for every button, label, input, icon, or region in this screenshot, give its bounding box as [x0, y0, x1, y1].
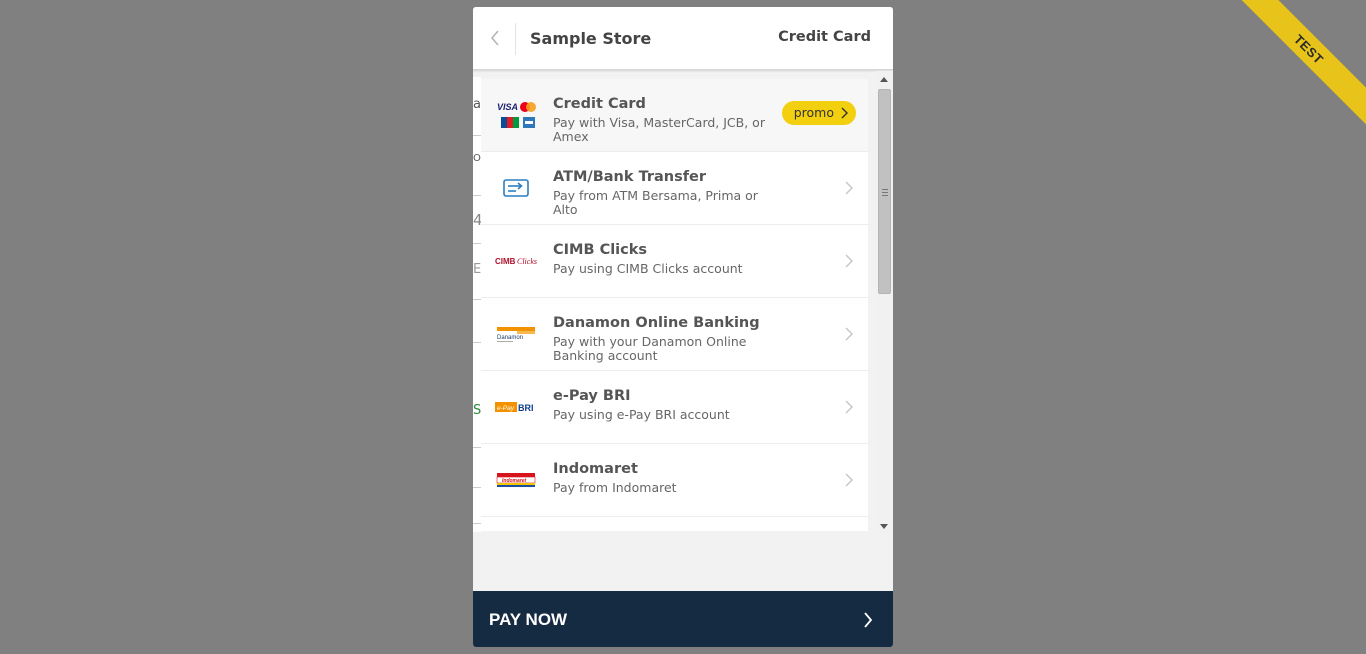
test-mode-ribbon: TEST	[1236, 0, 1366, 130]
fragment-text: E	[473, 262, 481, 277]
fragment-divider	[473, 299, 481, 300]
payment-method-atm-bank-transfer[interactable]: ATM/Bank Transfer Pay from ATM Bersama, …	[481, 152, 868, 225]
fragment-text: Or	[473, 153, 481, 164]
chevron-right-icon	[845, 327, 853, 341]
payment-method-description: Pay with your Danamon Online Banking acc…	[553, 334, 747, 363]
payment-method-title: Indomaret	[553, 461, 638, 477]
scroll-thumb[interactable]	[878, 89, 891, 294]
page-title: Credit Card	[778, 29, 871, 45]
test-ribbon-wrap: TEST	[1236, 0, 1366, 130]
scroll-up-arrow[interactable]	[880, 77, 888, 82]
payment-method-title: ATM/Bank Transfer	[553, 169, 707, 185]
bank-transfer-icon	[495, 172, 537, 204]
chevron-right-icon	[845, 473, 853, 487]
svg-text:e-Pay: e-Pay	[497, 405, 515, 412]
fragment-divider	[473, 342, 481, 343]
svg-text:CIMB: CIMB	[495, 257, 516, 266]
cimb-clicks-logo: CIMB Clicks	[495, 245, 537, 277]
header: Sample Store Credit Card	[473, 7, 893, 70]
fragment-divider	[473, 447, 481, 448]
fragment-text: Sc	[473, 403, 481, 418]
fragment-text: ar	[473, 97, 481, 112]
svg-text:Indomaret: Indomaret	[502, 478, 527, 484]
payment-method-description: Pay with Visa, MasterCard, JCB, or Amex	[553, 115, 765, 144]
store-name: Sample Store	[530, 29, 652, 48]
fragment-divider	[473, 135, 481, 136]
pay-now-label: PAY NOW	[489, 610, 568, 629]
chevron-right-icon	[845, 254, 853, 268]
promo-badge[interactable]: promo	[781, 101, 856, 125]
background-page-fragment: ar Or 4 E Sc	[473, 77, 481, 532]
chevron-right-icon	[841, 107, 848, 119]
payment-method-partial[interactable]	[481, 517, 868, 531]
payment-method-cimb-clicks[interactable]: CIMB Clicks CIMB Clicks Pay using CIMB C…	[481, 225, 868, 298]
list-scrollbar[interactable]	[876, 71, 893, 533]
scroll-grip	[882, 189, 888, 196]
fragment-divider	[473, 195, 481, 196]
header-divider	[515, 23, 516, 55]
payment-method-description: Pay using e-Pay BRI account	[553, 407, 730, 422]
pay-now-button[interactable]: PAY NOW	[473, 591, 893, 647]
fragment-text: 4	[473, 211, 481, 229]
svg-text:VISA: VISA	[497, 102, 518, 112]
payment-method-epay-bri[interactable]: e-Pay BRI e-Pay BRI Pay using e-Pay BRI …	[481, 371, 868, 444]
payment-method-title: Credit Card	[553, 96, 646, 112]
danamon-logo: Danamon	[495, 318, 537, 350]
svg-text:BRI: BRI	[518, 403, 534, 413]
payment-method-danamon[interactable]: Danamon Danamon Online Banking Pay with …	[481, 298, 868, 371]
payment-method-title: CIMB Clicks	[553, 242, 648, 258]
chevron-right-icon	[845, 181, 853, 195]
payment-method-title: e-Pay BRI	[553, 388, 631, 404]
chevron-right-icon	[845, 400, 853, 414]
card-networks-logo: VISA	[495, 99, 537, 131]
payment-method-credit-card[interactable]: VISA Credit Card Pay with Visa, MasterCa…	[481, 79, 868, 152]
fragment-divider	[473, 487, 481, 488]
svg-text:Clicks: Clicks	[517, 257, 537, 266]
scroll-down-arrow[interactable]	[880, 524, 888, 529]
fragment-divider	[473, 523, 481, 524]
back-button[interactable]	[481, 23, 509, 53]
chevron-right-icon	[864, 612, 873, 628]
payment-method-title: Danamon Online Banking	[553, 315, 760, 331]
payment-method-description: Pay using CIMB Clicks account	[553, 261, 743, 276]
payment-method-indomaret[interactable]: Indomaret Indomaret Pay from Indomaret	[481, 444, 868, 517]
fragment-divider	[473, 243, 481, 244]
payment-method-description: Pay from Indomaret	[553, 480, 677, 495]
payment-method-description: Pay from ATM Bersama, Prima or Alto	[553, 188, 758, 217]
indomaret-logo: Indomaret	[495, 464, 537, 496]
svg-text:Danamon: Danamon	[497, 335, 523, 341]
epay-bri-logo: e-Pay BRI	[495, 391, 537, 423]
chevron-left-icon	[490, 30, 499, 46]
payment-panel: Sample Store Credit Card ar Or 4 E Sc VI…	[473, 7, 893, 647]
promo-label: promo	[793, 105, 834, 120]
payment-method-list: VISA Credit Card Pay with Visa, MasterCa…	[481, 79, 868, 531]
